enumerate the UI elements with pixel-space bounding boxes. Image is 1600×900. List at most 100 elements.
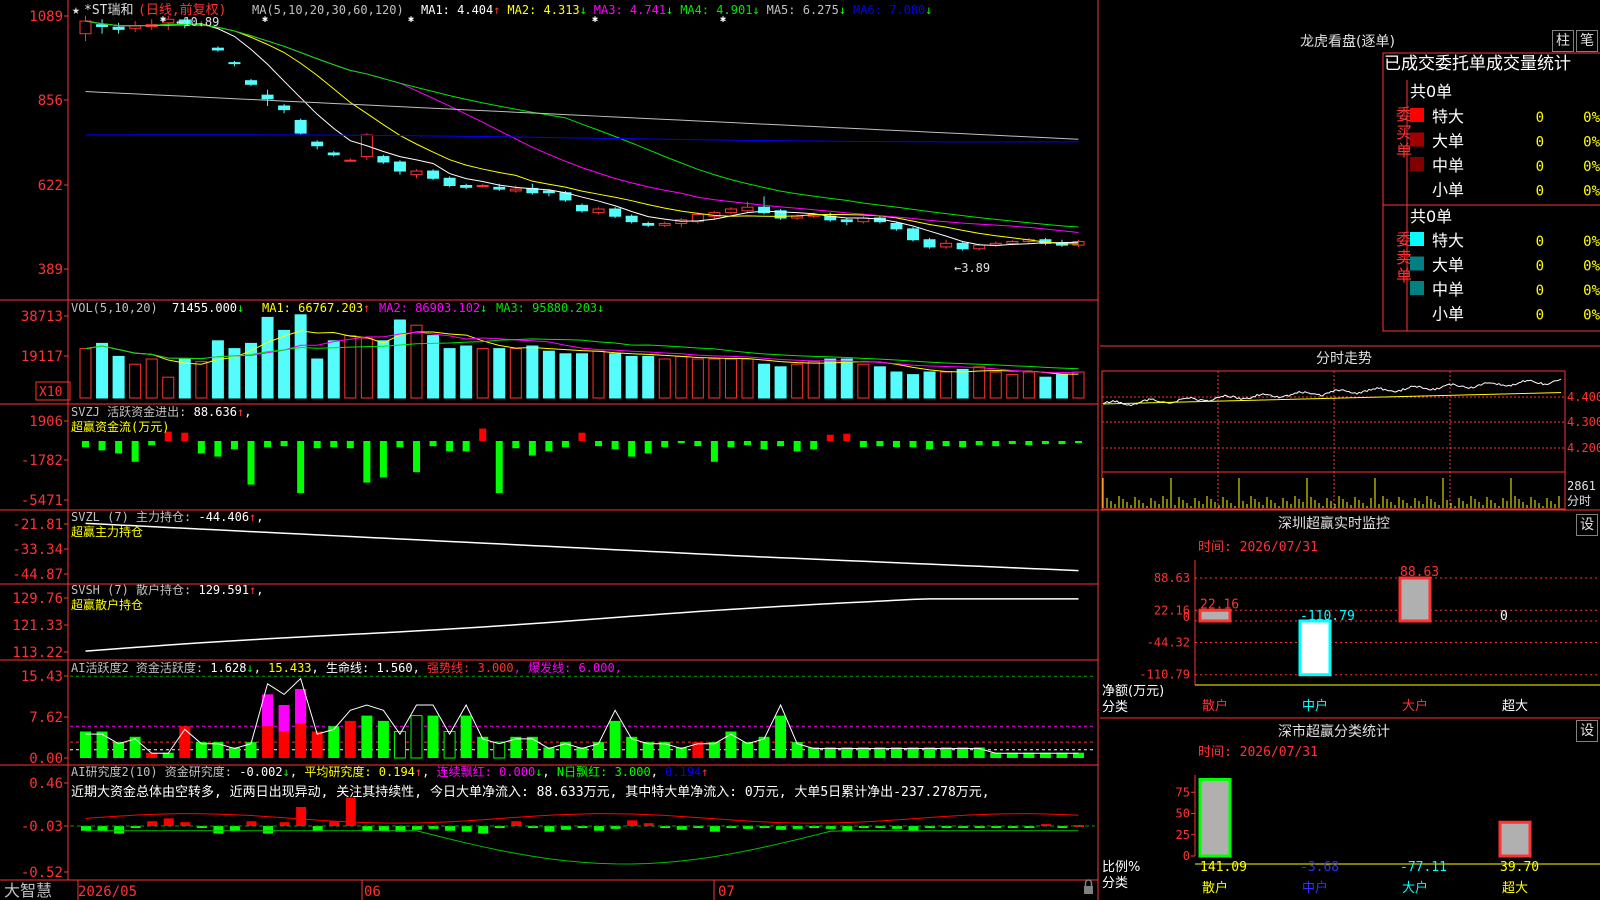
candle-body — [792, 216, 803, 218]
vol-bar — [626, 356, 637, 398]
vol-bar — [957, 369, 968, 398]
monitor-ylabel: 净额(万元) — [1102, 684, 1164, 699]
monitor-category: 大户 — [1402, 698, 1428, 714]
vol-bar — [378, 341, 389, 398]
svzj-bar — [446, 441, 453, 451]
event-marker-icon: ✱ — [408, 14, 414, 25]
date-label-2: 06 — [364, 884, 381, 900]
vol-ma-legend-item: MA3: 95880.203↓ — [496, 301, 604, 315]
candle-body — [841, 220, 852, 222]
monitor-axis-label: 0 — [1183, 610, 1190, 624]
ma-legend-item: MA4: 4.901↓ — [680, 3, 759, 17]
brand-label: 大智慧 — [4, 881, 52, 900]
lhb-row-count: 0 — [1536, 110, 1544, 126]
char: 单 — [1396, 266, 1412, 285]
ai2-bar — [313, 826, 323, 831]
kline-chart-area[interactable]: 1089 856 622 389 38713 19117 1906 -1782 -5471 -21… — [0, 0, 1100, 900]
monitor-time: 时间: 2026/07/31 — [1198, 540, 1318, 555]
svzl-axis-label: -44.87 — [12, 567, 63, 583]
lhb-row-count: 0 — [1536, 184, 1544, 200]
price-axis-label: 389 — [38, 262, 63, 278]
ai2-bar — [247, 821, 257, 826]
ai1-bar — [494, 742, 505, 758]
lock-icon[interactable] — [1084, 880, 1093, 894]
ai1-bar — [941, 747, 952, 758]
tick-mode-button[interactable]: 笔 — [1576, 30, 1598, 52]
fenshi-vol-unit: 分时 — [1567, 494, 1591, 508]
lhb-row-label: 中单 — [1432, 280, 1464, 299]
candle-body — [593, 209, 604, 213]
candle-body — [411, 171, 422, 175]
monitor-category: 超大 — [1502, 699, 1528, 714]
svzj-bar — [595, 441, 602, 446]
lhb-swatch — [1410, 108, 1424, 122]
fenshi-chart[interactable]: 4.400 4.300 4.200 2861分时 — [1102, 371, 1600, 509]
vol-bar — [891, 372, 902, 398]
fenshi-axis-label: 4.200 — [1567, 441, 1600, 455]
ai2-bar — [594, 826, 604, 831]
monitor-xlabel: 分类 — [1102, 700, 1128, 715]
vol-bar — [146, 359, 157, 398]
classify-settings-button[interactable]: 设 — [1576, 720, 1598, 742]
vol-bar — [692, 359, 703, 398]
svzj-bar — [430, 441, 437, 446]
vol-axis-label: 19117 — [21, 349, 63, 365]
ai1-bar — [825, 747, 836, 758]
fenshi-vol-label: 2861 — [1567, 479, 1596, 493]
classify-category: 大户 — [1402, 880, 1428, 896]
ai2-axis-label: -0.03 — [21, 819, 63, 835]
ai2-bar — [412, 826, 422, 830]
svzj-bar — [264, 441, 271, 447]
vol-bar — [560, 354, 571, 398]
vol-ma-legend-item: MA1: 66767.203↑ — [262, 301, 370, 315]
ai1-bar-top — [295, 689, 306, 723]
monitor-settings-button[interactable]: 设 — [1576, 514, 1598, 536]
svzj-bar — [744, 441, 751, 445]
ai2-bar — [147, 821, 157, 826]
high-price-label: ←10.89 — [176, 15, 219, 29]
vol-bar — [477, 349, 488, 398]
classify-axis-label: 50 — [1176, 807, 1190, 821]
candle-body — [113, 27, 124, 29]
lhb-swatch — [1410, 257, 1424, 271]
ai2-bar — [213, 826, 223, 834]
vol-bar — [411, 325, 422, 398]
lhb-row-count: 0 — [1536, 283, 1544, 299]
candle-body — [229, 63, 240, 64]
svzj-bar — [413, 441, 420, 472]
ai1-bar — [196, 742, 207, 758]
svzj-bar — [827, 435, 834, 441]
ai2-bar — [362, 826, 372, 831]
candle-body — [742, 207, 753, 211]
ai2-bar — [329, 821, 339, 826]
classify-bar-label: -77.11 — [1400, 860, 1447, 875]
ma6-line — [86, 135, 1079, 142]
vol-axis-label: 38713 — [21, 309, 63, 325]
char: 买 — [1396, 123, 1412, 142]
vol-ma-arrow: ↑ — [363, 301, 370, 315]
ai1-bar — [957, 747, 968, 758]
classify-category: 超大 — [1502, 881, 1528, 896]
vol-ma-legend: MA1: 66767.203↑ MA2: 86903.102↓ MA3: 95880… — [262, 301, 604, 315]
svzj-bar — [860, 441, 867, 447]
ma-params: MA(5,10,20,30,60,120) — [252, 3, 404, 17]
column-mode-button[interactable]: 柱 — [1552, 30, 1574, 52]
ai2-bar — [280, 822, 290, 826]
classify-axis-label: 0 — [1183, 849, 1190, 863]
ai1-bar — [742, 742, 753, 758]
svsh-subtitle: 超赢散户持仓 — [71, 597, 143, 612]
lhb-row-label: 中单 — [1432, 156, 1464, 175]
svzj-bar — [496, 441, 503, 493]
svzj-bar — [926, 441, 933, 449]
candle-body — [494, 187, 505, 189]
lhb-swatch — [1410, 232, 1424, 246]
ai1-bar — [874, 747, 885, 758]
svzj-axis-label: -1782 — [21, 453, 63, 469]
ai2-bar — [180, 822, 190, 826]
buy-rows: 特大 0 0%大单 0 0%中单 0 0%小单 0 0% — [1410, 107, 1600, 200]
char: 卖 — [1396, 248, 1412, 267]
ai2-bar — [462, 826, 472, 832]
ai2-bar — [379, 826, 389, 831]
candle-body — [328, 153, 339, 155]
svzj-bar — [181, 433, 188, 441]
